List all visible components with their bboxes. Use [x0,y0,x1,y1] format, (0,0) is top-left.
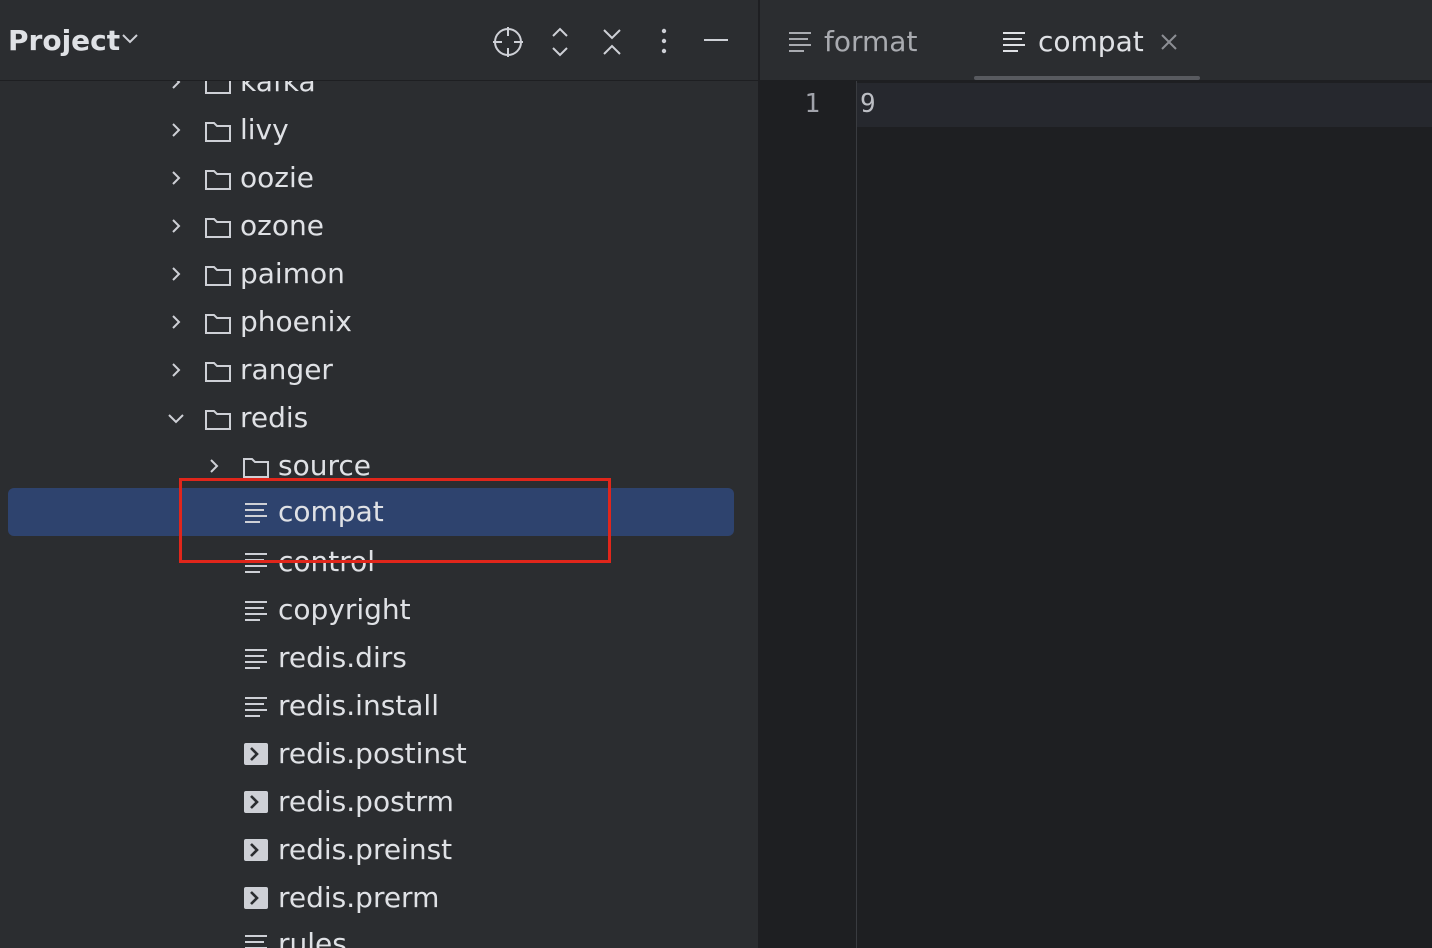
tree-item-label: ranger [240,353,333,386]
folder-icon [243,458,269,478]
tab-format[interactable]: format [760,0,960,80]
minimize-button[interactable] [696,22,736,62]
tree-item-redis-prerm[interactable]: redis.prerm [0,874,758,922]
script-file-icon [244,743,268,765]
minimize-icon [704,39,728,41]
tree-item-redis-dirs[interactable]: redis.dirs [0,634,758,682]
tree-item-label: rules [278,927,347,948]
folder-icon [205,362,231,382]
tree-item-ozone[interactable]: ozone [0,202,758,250]
folder-icon [205,218,231,238]
folder-icon [205,314,231,334]
chevron-right-icon[interactable] [168,170,184,186]
tree-item-redis-install[interactable]: redis.install [0,682,758,730]
more-options-icon [661,28,667,54]
project-header: Project [0,0,758,81]
text-file-icon [245,697,267,717]
chevron-down-icon[interactable] [166,410,186,426]
text-file-icon [245,649,267,669]
line-number-gutter [760,81,857,948]
folder-icon [205,266,231,286]
tab-compat[interactable]: compat [974,0,1200,80]
locate-icon [493,27,523,57]
chevron-right-icon[interactable] [168,362,184,378]
text-file-icon [789,32,811,52]
tree-item-redis-preinst[interactable]: redis.preinst [0,826,758,874]
script-file-icon [244,887,268,909]
project-tree: kafka livy oozie ozone paimon phoenix ra… [0,0,758,948]
collapse-all-icon [603,29,621,55]
chevron-right-icon[interactable] [206,458,222,474]
tree-item-label: copyright [278,593,411,626]
tree-item-paimon[interactable]: paimon [0,250,758,298]
script-file-icon [244,791,268,813]
collapse-all-button[interactable] [592,22,632,62]
tree-item-redis-postinst[interactable]: redis.postinst [0,730,758,778]
tab-label: compat [1038,25,1144,58]
folder-icon [205,170,231,190]
text-file-icon [245,935,267,948]
close-icon[interactable] [1160,33,1178,51]
tree-item-livy[interactable]: livy [0,106,758,154]
expand-all-button[interactable] [540,22,580,62]
more-options-button[interactable] [644,22,684,62]
tree-item-label: redis.prerm [278,881,440,914]
tree-item-label: paimon [240,257,345,290]
annotation-highlight-box [179,478,611,563]
project-title[interactable]: Project [8,23,120,59]
tree-item-label: redis.preinst [278,833,453,866]
active-tab-indicator [974,76,1200,80]
project-panel: kafka livy oozie ozone paimon phoenix ra… [0,0,758,948]
tab-label: format [824,25,918,58]
expand-collapse-icon [552,27,568,57]
text-file-icon [1003,32,1025,52]
tree-item-label: oozie [240,161,314,194]
tree-item-label: redis.dirs [278,641,407,674]
tree-item-label: redis.install [278,689,439,722]
text-file-icon [245,601,267,621]
folder-icon [205,122,231,142]
editor-area: format compat 1 9 [760,0,1432,948]
tree-item-oozie[interactable]: oozie [0,154,758,202]
tree-item-label: redis [240,401,309,434]
locate-button[interactable] [488,22,528,62]
chevron-right-icon[interactable] [168,314,184,330]
line-number: 1 [804,89,820,119]
chevron-right-icon[interactable] [168,266,184,282]
tree-item-label: redis.postrm [278,785,454,818]
editor-tab-bar: format compat [760,0,1432,81]
tree-item-ranger[interactable]: ranger [0,346,758,394]
tree-item-redis[interactable]: redis [0,394,758,442]
chevron-right-icon[interactable] [168,122,184,138]
tree-item-label: redis.postinst [278,737,467,770]
tree-item-rules[interactable]: rules [0,920,758,948]
tree-item-redis-postrm[interactable]: redis.postrm [0,778,758,826]
tree-item-label: ozone [240,209,324,242]
chevron-right-icon[interactable] [168,218,184,234]
tree-item-label: livy [240,113,289,146]
tree-item-phoenix[interactable]: phoenix [0,298,758,346]
folder-icon [205,410,231,430]
chevron-down-icon[interactable] [120,31,140,47]
code-line[interactable]: 9 [860,86,876,122]
tree-item-copyright[interactable]: copyright [0,586,758,634]
tree-item-label: phoenix [240,305,352,338]
script-file-icon [244,839,268,861]
